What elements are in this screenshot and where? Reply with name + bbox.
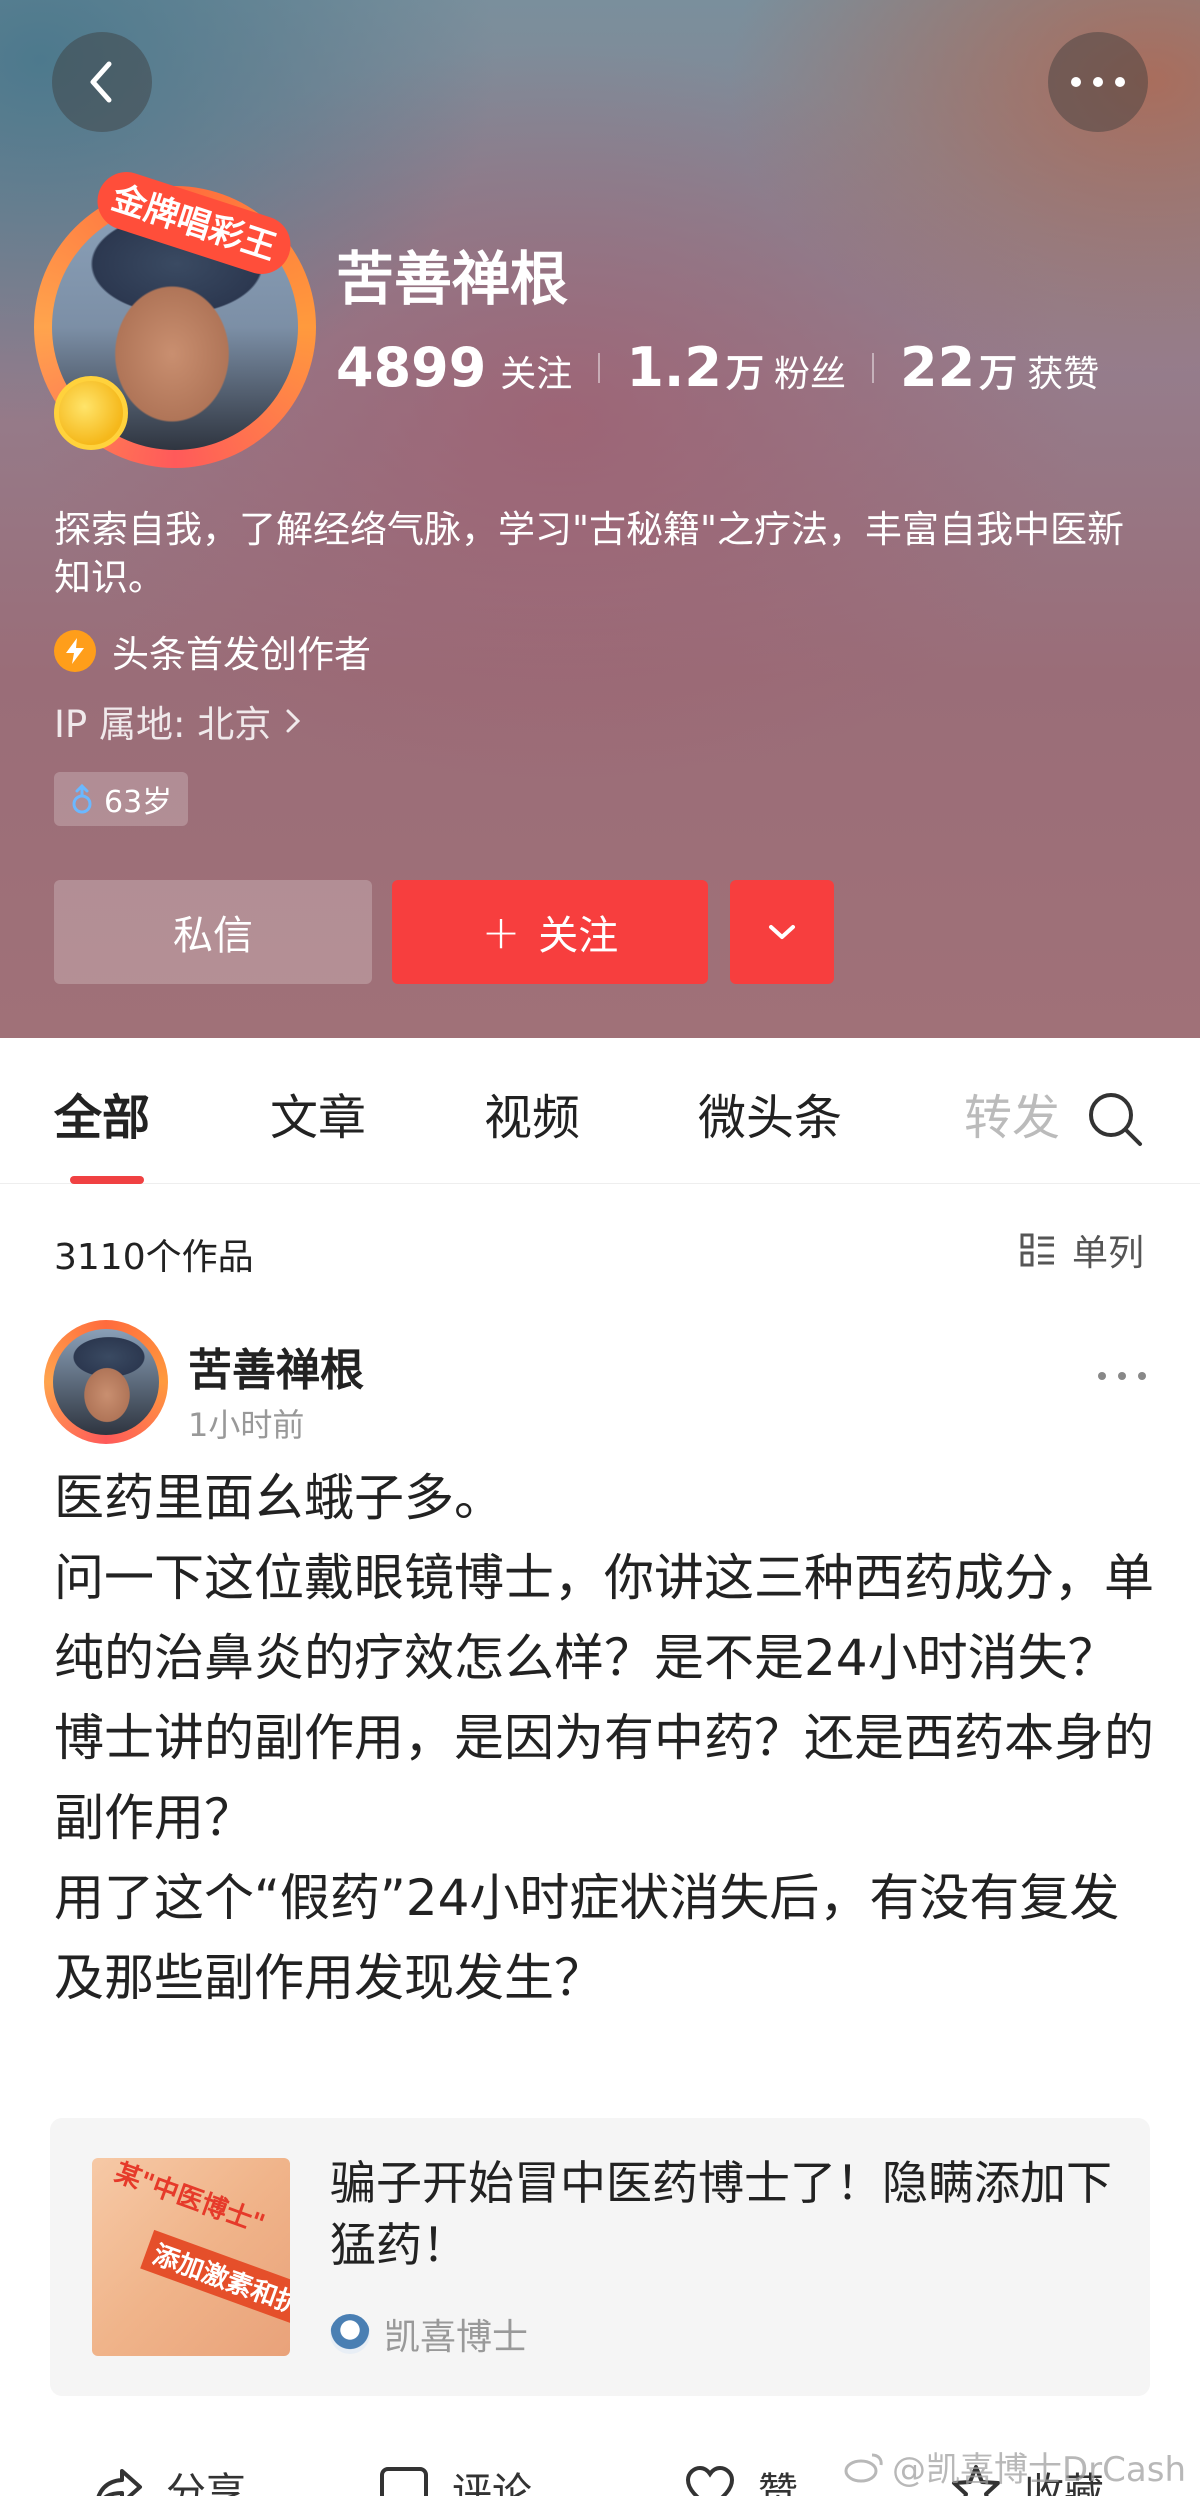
follow-label: 关注 xyxy=(538,913,619,959)
dot xyxy=(1138,1372,1146,1380)
post-author-name[interactable]: 苦善禅根 xyxy=(188,1334,364,1398)
post-more-button[interactable] xyxy=(1098,1372,1146,1380)
stat-likes[interactable]: 22 万 获赞 xyxy=(900,336,1099,399)
profile-name: 苦善禅根 xyxy=(336,245,569,313)
comment-button[interactable]: 评论 xyxy=(378,2460,532,2496)
weibo-icon xyxy=(844,2453,883,2482)
ip-label: IP 属地: 北京 xyxy=(54,703,272,746)
post-paragraph: 问一下这位戴眼镜博士，你讲这三种西药成分，单纯的治鼻炎的疗效怎么样？是不是24小… xyxy=(54,1549,1154,1687)
profile-bio: 探索自我，了解经络气脉，学习"古秘籍"之疗法，丰富自我中医新知识。 xyxy=(54,508,1125,599)
quoted-article-title: 骗子开始冒中医药博士了！隐瞒添加下猛药！ xyxy=(330,2156,1112,2272)
article-thumbnail: 某"中医博士" 添加激素和抗 xyxy=(92,2158,290,2356)
creator-badge[interactable]: 头条首发创作者 xyxy=(54,624,371,678)
profile-stats: 4899 关注 1.2 万 粉丝 22 万 获赞 xyxy=(336,336,1099,399)
plus-icon: + xyxy=(481,905,521,959)
age-tag: 63岁 xyxy=(54,772,189,826)
share-button[interactable]: 分享 xyxy=(92,2460,246,2496)
chevron-left-icon xyxy=(90,61,112,103)
quoted-article-card[interactable]: 某"中医博士" 添加激素和抗 骗子开始冒中医药博士了！隐瞒添加下猛药！ 凯喜博士 xyxy=(50,2118,1150,2396)
post-text[interactable]: 医药里面幺蛾子多。 问一下这位戴眼镜博士，你讲这三种西药成分，单纯的治鼻炎的疗效… xyxy=(54,1458,1154,2018)
avatar xyxy=(330,2314,370,2354)
divider xyxy=(872,352,875,383)
view-mode-toggle[interactable]: 单列 xyxy=(1020,1224,1144,1276)
creator-label: 头条首发创作者 xyxy=(112,633,371,676)
post-paragraph: 医药里面幺蛾子多。 xyxy=(54,1469,504,1527)
chevron-right-icon xyxy=(286,709,301,733)
back-button[interactable] xyxy=(52,32,152,132)
tab-reposts[interactable]: 转发 xyxy=(964,1078,1060,1148)
dot xyxy=(1118,1372,1126,1380)
watermark: @凯喜博士DrCash xyxy=(844,2442,1186,2491)
list-view-icon xyxy=(1020,1233,1054,1267)
profile-avatar[interactable]: 金牌唱彩王 xyxy=(34,164,316,468)
like-button[interactable]: 赞 xyxy=(684,2460,798,2496)
stat-followers[interactable]: 1.2 万 粉丝 xyxy=(626,336,846,399)
like-icon xyxy=(685,2465,735,2496)
male-icon xyxy=(72,783,92,814)
follow-dropdown-button[interactable] xyxy=(730,880,834,984)
medal-icon xyxy=(54,376,128,450)
content-tabs: 全部 文章 视频 微头条 转发 xyxy=(0,1038,1200,1184)
share-icon xyxy=(96,2469,142,2496)
message-button[interactable]: 私信 xyxy=(54,880,372,984)
chevron-down-icon xyxy=(769,925,795,939)
works-count: 3110个作品 xyxy=(54,1237,254,1278)
post-paragraph: 博士讲的副作用，是因为有中药？还是西药本身的副作用？ xyxy=(54,1709,1154,1847)
lightning-icon xyxy=(54,630,96,672)
post-author-avatar[interactable] xyxy=(44,1320,168,1444)
follow-button[interactable]: + 关注 xyxy=(392,880,708,984)
more-horizontal-icon xyxy=(1071,77,1125,87)
search-icon xyxy=(1089,1093,1142,1146)
tab-articles[interactable]: 文章 xyxy=(270,1078,366,1148)
profile-header: 金牌唱彩王 苦善禅根 4899 关注 1.2 万 粉丝 22 万 获赞 探索自我… xyxy=(0,0,1200,1038)
tab-all[interactable]: 全部 xyxy=(54,1078,150,1148)
search-button[interactable] xyxy=(1086,1090,1144,1152)
more-options-button[interactable] xyxy=(1048,32,1148,132)
comment-icon xyxy=(380,2467,428,2496)
dot xyxy=(1098,1372,1106,1380)
tab-indicator xyxy=(70,1176,144,1184)
post-paragraph: 用了这个“假药”24小时症状消失后，有没有复发及那些副作用发现发生？ xyxy=(54,1869,1120,2007)
post-timestamp: 1小时前 xyxy=(188,1406,305,1444)
stat-following[interactable]: 4899 关注 xyxy=(336,336,572,399)
tab-micro-posts[interactable]: 微头条 xyxy=(698,1078,842,1148)
ip-location[interactable]: IP 属地: 北京 xyxy=(54,694,303,748)
tab-videos[interactable]: 视频 xyxy=(484,1078,580,1148)
divider xyxy=(598,352,601,383)
quoted-article-author: 凯喜博士 xyxy=(330,2308,528,2360)
